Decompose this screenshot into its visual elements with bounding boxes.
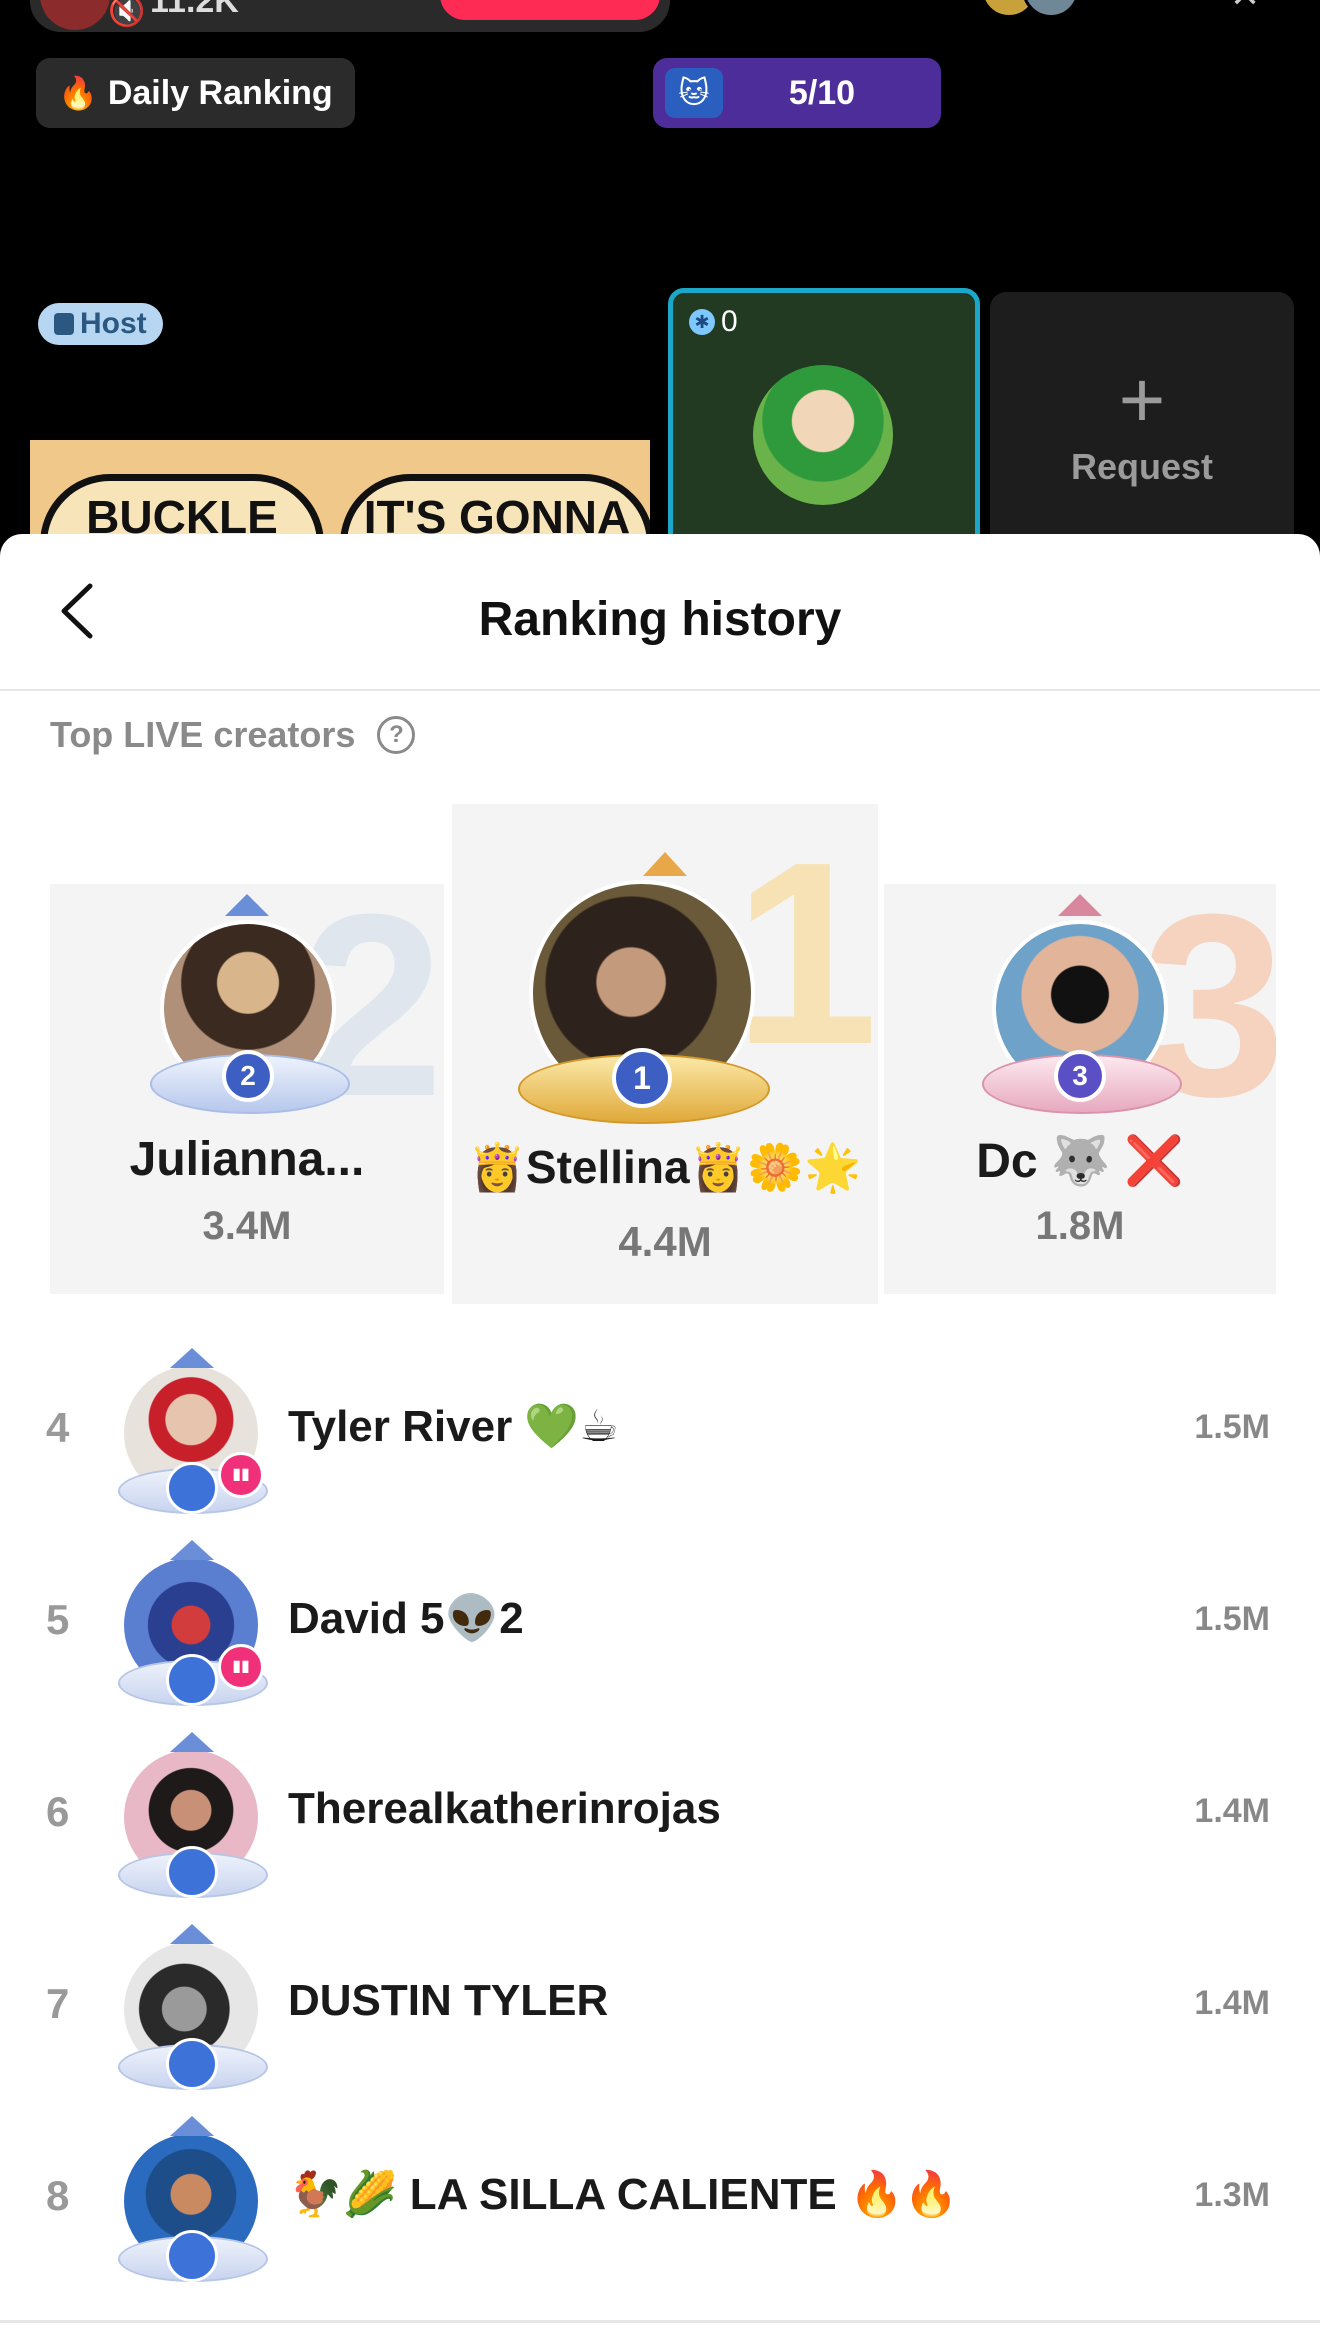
podium-score: 1.8M <box>1035 1204 1125 1248</box>
creator-name: Tyler River 💚☕ <box>288 1402 619 1451</box>
creator-name: 🐓🌽 LA SILLA CALIENTE 🔥🔥 <box>288 2170 959 2219</box>
rank-number: 8 <box>46 2172 70 2219</box>
rank-number: 6 <box>46 1788 70 1835</box>
crown-icon <box>643 852 687 876</box>
creator-name: Therealkatherinrojas <box>288 1784 721 1833</box>
list-item[interactable]: 7 DUSTIN TYLER 1.4M <box>0 1910 1320 2102</box>
cat-mascot-icon: 🐱 <box>665 68 723 118</box>
viewer-count: 11.2K <box>150 0 239 20</box>
request-label: Request <box>1070 446 1214 487</box>
plus-icon: + <box>1118 355 1166 444</box>
podium-rank-2[interactable]: 2 2 Julianna... 3.4M <box>50 884 444 1294</box>
guest-video-card[interactable]: ✱ 0 <box>668 288 980 560</box>
podium-name: Julianna... <box>129 1133 365 1186</box>
rank-badge: 1 <box>612 1048 672 1108</box>
rank-number: 4 <box>46 1404 70 1451</box>
list-item[interactable]: 8 🐓🌽 LA SILLA CALIENTE 🔥🔥 1.3M <box>0 2102 1320 2294</box>
snowflake-icon: ✱ <box>689 309 715 335</box>
help-icon[interactable]: ? <box>377 716 416 754</box>
ranking-list: 4 ▮▮ Tyler River 💚☕ 1.5M 5 ▮▮ David 5👽2 … <box>0 1334 1320 2294</box>
flame-badge-icon <box>166 1654 218 1706</box>
podium-score: 3.4M <box>202 1204 292 1248</box>
top-creators-label: Top LIVE creators <box>50 714 356 755</box>
list-item[interactable]: 5 ▮▮ David 5👽2 1.5M <box>0 1526 1320 1718</box>
creator-score: 1.4M <box>1194 1792 1270 1830</box>
guest-score: ✱ 0 <box>689 305 738 339</box>
creator-score: 1.3M <box>1194 2176 1270 2214</box>
podium-name: Dc 🐺 ❌ <box>976 1135 1184 1188</box>
goal-progress-label: 5/10 <box>788 73 856 112</box>
host-badge: Host <box>38 303 163 345</box>
viewer-avatar <box>1022 0 1080 18</box>
crown-icon <box>170 1732 214 1752</box>
creator-name: David 5👽2 <box>288 1594 524 1643</box>
flame-badge-icon <box>166 2038 218 2090</box>
crown-icon <box>1058 894 1102 916</box>
podium-rank-3[interactable]: 3 3 Dc 🐺 ❌ 1.8M <box>884 884 1276 1294</box>
fire-icon: 🔥 <box>58 75 98 111</box>
muted-mic-icon: 🔇 <box>108 0 146 28</box>
ranking-history-sheet: Ranking history Top LIVE creators ? 2 2 … <box>0 534 1320 2346</box>
guest-score-value: 0 <box>721 305 738 338</box>
flame-badge-icon <box>166 2230 218 2282</box>
creator-score: 1.4M <box>1194 1984 1270 2022</box>
guest-avatar <box>753 365 893 505</box>
crown-icon <box>170 1348 214 1368</box>
podium-rank-1[interactable]: 1 1 👸Stellina👸🌼🌟 4.4M <box>452 804 878 1304</box>
creator-score: 1.5M <box>1194 1600 1270 1638</box>
creator-name: DUSTIN TYLER <box>288 1976 609 2025</box>
lock-icon <box>54 313 74 335</box>
live-indicator-icon: ▮▮ <box>218 1644 264 1690</box>
crown-icon <box>170 2116 214 2136</box>
top-viewers[interactable] <box>980 0 1120 18</box>
goal-progress-pill[interactable]: 🐱 5/10 <box>653 58 941 128</box>
rank-badge: 3 <box>1054 1050 1106 1102</box>
section-label: Top LIVE creators ? <box>50 714 416 756</box>
rank-number: 5 <box>46 1596 70 1643</box>
crown-icon <box>170 1924 214 1944</box>
list-item[interactable]: 4 ▮▮ Tyler River 💚☕ 1.5M <box>0 1334 1320 1526</box>
flame-badge-icon <box>166 1846 218 1898</box>
divider <box>0 2320 1320 2323</box>
close-icon[interactable]: ✕ <box>1230 0 1260 16</box>
sheet-header: Ranking history <box>0 534 1320 691</box>
rank-badge: 2 <box>222 1050 274 1102</box>
live-indicator-icon: ▮▮ <box>218 1452 264 1498</box>
daily-ranking-button[interactable]: 🔥 Daily Ranking <box>36 58 355 128</box>
request-slot-button[interactable]: + Request <box>990 292 1294 560</box>
sheet-title: Ranking history <box>478 593 842 646</box>
list-item[interactable]: 6 Therealkatherinrojas 1.4M <box>0 1718 1320 1910</box>
podium-score: 4.4M <box>618 1218 712 1265</box>
host-label: Host <box>80 307 147 340</box>
live-stream-area: 🔇 11.2K ✕ 🔥 Daily Ranking 🐱 5/10 Host BU… <box>0 0 1320 560</box>
flame-badge-icon <box>166 1462 218 1514</box>
creator-score: 1.5M <box>1194 1408 1270 1446</box>
crown-icon <box>170 1540 214 1560</box>
follow-button[interactable] <box>440 0 660 20</box>
podium-big-number: 1 <box>733 809 878 1099</box>
podium-name: 👸Stellina👸🌼🌟 <box>468 1141 862 1193</box>
crown-icon <box>225 894 269 916</box>
rank-number: 7 <box>46 1980 70 2027</box>
daily-ranking-label: Daily Ranking <box>107 73 333 112</box>
